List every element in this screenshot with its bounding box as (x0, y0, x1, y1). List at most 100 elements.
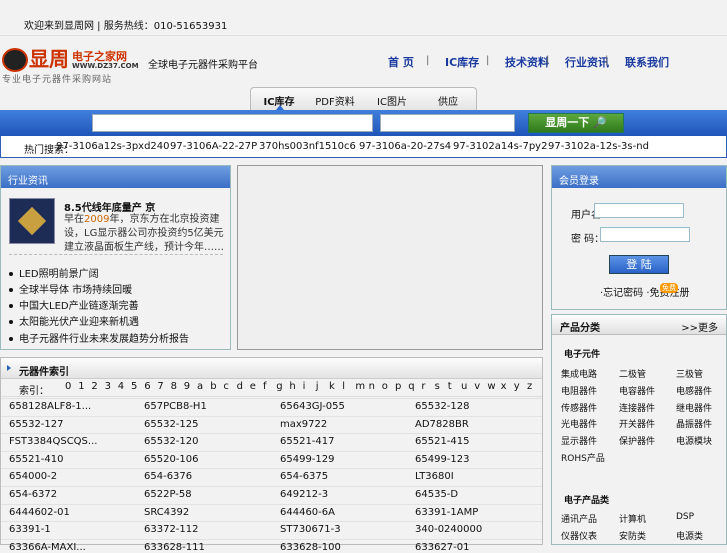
part-link[interactable]: 65521-410 (9, 454, 64, 465)
alphabet-link[interactable]: f (263, 381, 267, 392)
part-link[interactable]: 65532-125 (144, 419, 199, 430)
part-link[interactable]: 657PCB8-H1 (144, 401, 207, 412)
part-link[interactable]: ST730671-3 (280, 524, 341, 535)
alphabet-link[interactable]: p (395, 381, 401, 392)
category-link[interactable]: 集成电路 (561, 367, 597, 380)
category-link[interactable]: 开关器件 (619, 417, 655, 430)
nav-news[interactable]: 行业资讯 (565, 54, 609, 70)
category-link[interactable]: 显示器件 (561, 434, 597, 447)
part-link[interactable]: SRC4392 (144, 507, 189, 518)
search-input-secondary[interactable] (380, 114, 515, 132)
nav-contact[interactable]: 联系我们 (625, 54, 669, 70)
alphabet-link[interactable]: b (210, 381, 216, 392)
part-link[interactable]: 65643GJ-055 (280, 401, 345, 412)
hot-search-link[interactable]: 97-3102a-12s-3s-nd (548, 141, 649, 152)
alphabet-link[interactable]: n (369, 381, 375, 392)
alphabet-link[interactable]: w (487, 381, 495, 392)
category-link[interactable]: 电感器件 (676, 384, 712, 397)
alphabet-link[interactable]: k (329, 381, 335, 392)
alphabet-link[interactable]: z (527, 381, 532, 392)
nav-datasheets[interactable]: 技术资料 (505, 54, 549, 70)
news-item[interactable]: 中国大LED产业链逐渐完善 (9, 297, 139, 312)
nav-ic-stock[interactable]: IC库存 (445, 54, 479, 70)
part-link[interactable]: 649212-3 (280, 489, 328, 500)
alphabet-link[interactable]: e (250, 381, 256, 392)
category-link[interactable]: 仪器仪表 (561, 529, 597, 542)
part-link[interactable]: LT3680I (415, 471, 454, 482)
part-link[interactable]: 65532-120 (144, 436, 199, 447)
hot-search-link[interactable]: 97-3106A-22-27P (170, 141, 257, 152)
hot-search-link[interactable]: 97-3106a12s-3pxd240 (56, 141, 170, 152)
alphabet-link[interactable]: x (501, 381, 507, 392)
category-more-link[interactable]: >>更多 (681, 319, 718, 334)
alphabet-link[interactable]: l (342, 381, 345, 392)
part-link[interactable]: 658128ALF8-1... (9, 401, 91, 412)
category-link[interactable]: 电源类 (676, 529, 703, 542)
banner-area[interactable] (237, 165, 543, 350)
category-link[interactable]: 三极管 (676, 367, 703, 380)
category-link[interactable]: 传感器件 (561, 401, 597, 414)
part-link[interactable]: 65499-129 (280, 454, 335, 465)
alphabet-link[interactable]: 7 (157, 381, 163, 392)
alphabet-link[interactable]: 0 (65, 381, 71, 392)
part-link[interactable]: 633627-01 (415, 542, 470, 553)
category-link[interactable]: DSP (676, 512, 694, 522)
alphabet-link[interactable]: 4 (118, 381, 124, 392)
category-link[interactable]: 晶振器件 (676, 417, 712, 430)
alphabet-link[interactable]: d (237, 381, 243, 392)
part-link[interactable]: 65520-106 (144, 454, 199, 465)
alphabet-link[interactable]: q (408, 381, 414, 392)
part-link[interactable]: 63366A-MAXI... (9, 542, 86, 553)
nav-home[interactable]: 首 页 (388, 54, 414, 70)
part-link[interactable]: 65521-415 (415, 436, 470, 447)
news-headline[interactable]: 8.5代线年底量产 京 (64, 199, 155, 214)
hot-search-link[interactable]: 97-3102a14s-7py2 (453, 141, 547, 152)
category-link[interactable]: 安防类 (619, 529, 646, 542)
part-link[interactable]: 644460-6A (280, 507, 335, 518)
tab-supply[interactable]: 供应 (422, 93, 474, 108)
category-link[interactable]: 保护器件 (619, 434, 655, 447)
alphabet-link[interactable]: 5 (131, 381, 137, 392)
part-link[interactable]: 633628-100 (280, 542, 341, 553)
alphabet-link[interactable]: o (382, 381, 388, 392)
alphabet-link[interactable]: v (474, 381, 480, 392)
part-link[interactable]: 65532-127 (9, 419, 64, 430)
alphabet-link[interactable]: 8 (171, 381, 177, 392)
part-link[interactable]: 63372-112 (144, 524, 199, 535)
part-link[interactable]: 65499-123 (415, 454, 470, 465)
site-logo[interactable]: 显周 电子之家网 WWW.DZ37.COM 专业电子元器件采购网站 (2, 46, 142, 85)
part-link[interactable]: AD7828BR (415, 419, 469, 430)
part-link[interactable]: 654000-2 (9, 471, 57, 482)
alphabet-link[interactable]: u (461, 381, 467, 392)
tab-pdf[interactable]: PDF资料 (309, 93, 361, 108)
part-link[interactable]: FST3384QSCQS... (9, 436, 97, 447)
alphabet-link[interactable]: r (421, 381, 425, 392)
alphabet-link[interactable]: 9 (184, 381, 190, 392)
part-link[interactable]: 6444602-01 (9, 507, 70, 518)
category-link[interactable]: 光电器件 (561, 417, 597, 430)
category-link[interactable]: 通讯产品 (561, 512, 597, 525)
category-link[interactable]: 继电器件 (676, 401, 712, 414)
part-link[interactable]: 654-6375 (280, 471, 328, 482)
alphabet-link[interactable]: m (355, 381, 365, 392)
news-item[interactable]: 全球半导体 市场持续回暖 (9, 281, 132, 296)
alphabet-link[interactable]: h (289, 381, 295, 392)
alphabet-link[interactable]: 1 (78, 381, 84, 392)
login-button[interactable]: 登 陆 (609, 255, 669, 274)
alphabet-link[interactable]: 6 (144, 381, 150, 392)
news-item[interactable]: LED照明前景广阔 (9, 265, 99, 280)
category-link[interactable]: ROHS产品 (561, 451, 605, 464)
part-link[interactable]: 654-6376 (144, 471, 192, 482)
category-link[interactable]: 电容器件 (619, 384, 655, 397)
part-link[interactable]: 340-0240000 (415, 524, 482, 535)
alphabet-link[interactable]: s (435, 381, 440, 392)
alphabet-link[interactable]: 3 (105, 381, 111, 392)
alphabet-link[interactable]: t (448, 381, 452, 392)
part-link[interactable]: 63391-1 (9, 524, 51, 535)
alphabet-link[interactable]: c (223, 381, 229, 392)
search-button[interactable]: 显周一下 🔎 (528, 113, 624, 133)
news-chip-image[interactable] (9, 198, 55, 244)
news-item[interactable]: 电子元器件行业未来发展趋势分析报告 (9, 330, 189, 345)
part-link[interactable]: 633628-111 (144, 542, 205, 553)
tab-ic-images[interactable]: IC图片 (366, 93, 418, 108)
